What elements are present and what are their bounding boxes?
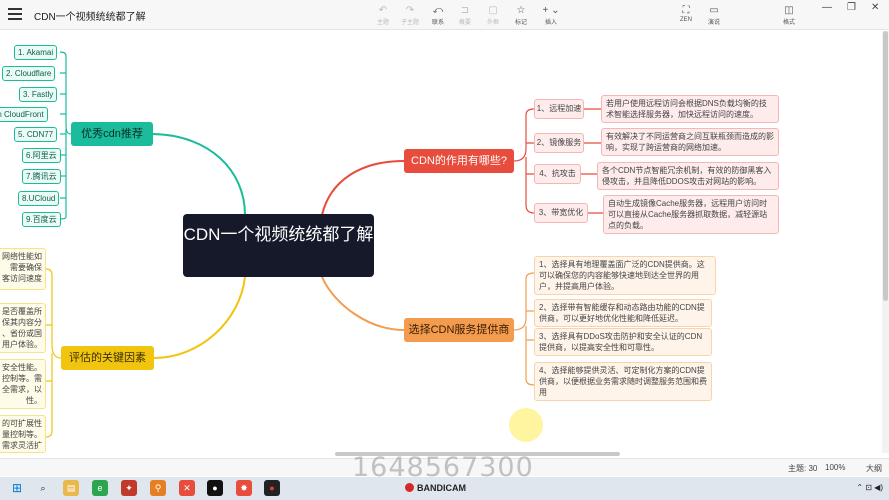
vertical-scrollbar[interactable]	[882, 31, 889, 453]
subtopic-cloudflare[interactable]: 2. Cloudflare	[2, 66, 56, 81]
format-icon: ◫	[784, 5, 794, 16]
mindmap-canvas[interactable]: CDN一个视频统统都了解 优秀cdn推荐 1. Akamai 2. Cloudf…	[0, 31, 882, 453]
subtopic-anti-attack[interactable]: 4、抗攻击	[534, 164, 581, 184]
search-tool-icon[interactable]: ⚲	[150, 480, 166, 496]
close-icon[interactable]: ✕	[871, 2, 879, 13]
star-icon: ☆	[516, 5, 526, 16]
topic-cdn-recommend[interactable]: 优秀cdn推荐	[71, 122, 153, 146]
toolbar-zen-button[interactable]: ⛶ ZEN	[673, 4, 699, 23]
subtopic-baidu[interactable]: 9.百度云	[22, 212, 61, 227]
windows-start-icon[interactable]: ⊞	[9, 480, 25, 496]
choose-item-4[interactable]: 4、选择能够提供灵活、可定制化方案的CDN提供商，以便根据业务需求随时调整服务范…	[534, 362, 712, 401]
factor-item-1[interactable]: 网络性能如 需要确保 客访问速度	[0, 248, 46, 290]
app-icon-star[interactable]: ✸	[236, 480, 252, 496]
record-dot-icon	[405, 483, 414, 492]
subtopic-remote-accel[interactable]: 1、远程加速	[534, 99, 584, 119]
record-icon[interactable]: ●	[264, 480, 280, 496]
minimize-icon[interactable]: —	[822, 2, 832, 13]
desc-bandwidth[interactable]: 自动生成镜像Cache服务器，远程用户访问时可以直接从Cache服务器抓取数据，…	[603, 195, 779, 234]
subtopic-mirror[interactable]: 2、镜像服务	[534, 133, 584, 153]
maximize-icon[interactable]: ❐	[847, 2, 856, 13]
subtopic-ucloud[interactable]: 8.UCloud	[18, 191, 60, 206]
fullscreen-icon: ⛶	[682, 5, 690, 16]
qq-icon[interactable]: ●	[207, 480, 223, 496]
summary-icon: ⊐	[460, 5, 470, 16]
toolbar-marker-button[interactable]: ☆ 标记	[508, 4, 534, 26]
toolbar-relation-button[interactable]: ⤺ 联系	[425, 4, 451, 26]
subtopic-tencent[interactable]: 7.腾讯云	[22, 169, 61, 184]
zoom-level[interactable]: 100%	[825, 463, 845, 472]
choose-item-3[interactable]: 3、选择具有DDoS攻击防护和安全认证的CDN提供商，以提高安全性和可靠性。	[534, 328, 712, 356]
topic-count: 主题: 30	[788, 464, 818, 473]
recorder-badge: BANDICAM	[405, 483, 466, 493]
vertical-scroll-thumb[interactable]	[883, 31, 888, 301]
undo-icon: ↶	[378, 5, 388, 16]
toolbar-topic-button[interactable]: ↶ 主题	[370, 4, 396, 26]
choose-item-2[interactable]: 2、选择带有智能缓存和动态路由功能的CDN提供商，可以更好地优化性能和降低延迟。	[534, 299, 712, 327]
factor-item-3[interactable]: 安全性能。 控制等。需 全需求，以 性。	[0, 359, 46, 409]
subtopic-fastly[interactable]: 3. Fastly	[19, 87, 58, 102]
subtopic-cdn77[interactable]: 5. CDN77	[14, 127, 58, 142]
choose-item-1[interactable]: 1、选择具有地理覆盖面广泛的CDN提供商。这可以确保您的内容能够快速地到达全世界…	[534, 256, 716, 295]
present-icon: ▭	[709, 5, 719, 16]
redo-icon: ↷	[405, 5, 415, 16]
subtopic-cloudfront[interactable]: 4. Amazon CloudFront	[0, 107, 48, 122]
desc-remote-accel[interactable]: 若用户使用远程访问会根据DNS负载均衡的技术智能选择服务器，加快远程访问的速度。	[601, 95, 779, 123]
toolbar-present-button[interactable]: ▭ 演说	[701, 4, 727, 26]
title-toolbar: CDN一个视频统统都了解 ↶ 主题 ↷ 子主题 ⤺ 联系 ⊐ 概要 ▢ 外框 ☆ 标记 + …	[0, 0, 889, 30]
desc-anti-attack[interactable]: 各个CDN节点智能冗余机制，有效的防御黑客入侵攻击，并且降低DDOS攻击对网站的…	[597, 162, 779, 190]
subtopic-akamai[interactable]: 1. Akamai	[14, 45, 58, 60]
toolbar-frame-button[interactable]: ▢ 外框	[480, 4, 506, 26]
toolbar-insert-button[interactable]: + ⌄ 插入	[538, 4, 564, 26]
link-icon: ⤺	[432, 5, 444, 16]
app-icon-xmind[interactable]: ✕	[179, 480, 195, 496]
system-tray-icon[interactable]: ⌃ ⊡ ◀)	[856, 483, 883, 492]
desc-mirror[interactable]: 有效解决了不同运营商之间互联瓶颈而造成的影响，实现了跨运营商的网络加速。	[601, 128, 779, 156]
toolbar-subtopic-button[interactable]: ↷ 子主题	[397, 4, 423, 26]
frame-icon: ▢	[488, 5, 498, 16]
outline-toggle[interactable]: 大纲	[866, 463, 882, 474]
toolbar-summary-button[interactable]: ⊐ 概要	[452, 4, 478, 26]
topic-choose-provider[interactable]: 选择CDN服务提供商	[404, 318, 514, 342]
app-icon-red[interactable]: ✦	[121, 480, 137, 496]
plus-icon: + ⌄	[542, 5, 560, 16]
topic-cdn-role[interactable]: CDN的作用有哪些?	[404, 149, 514, 173]
cursor-highlight	[509, 408, 543, 442]
menu-icon[interactable]	[8, 8, 22, 20]
search-icon[interactable]: ⌕	[35, 480, 51, 496]
document-title: CDN一个视频统统都了解	[34, 12, 146, 23]
subtopic-bandwidth[interactable]: 3、带宽优化	[534, 203, 588, 223]
root-topic[interactable]: CDN一个视频统统都了解	[183, 214, 374, 277]
subtopic-aliyun[interactable]: 6.阿里云	[22, 148, 61, 163]
factor-item-2[interactable]: 是否覆盖所 保其内容分 、省份或国 用户体验。	[0, 303, 46, 353]
factor-item-4[interactable]: 的可扩展性 量控制等。 需求灵活扩	[0, 415, 46, 453]
file-explorer-icon[interactable]: ▤	[63, 480, 79, 496]
browser-icon[interactable]: e	[92, 480, 108, 496]
toolbar-format-button[interactable]: ◫ 格式	[776, 4, 802, 26]
topic-key-factors[interactable]: 评估的关键因素	[61, 346, 154, 370]
